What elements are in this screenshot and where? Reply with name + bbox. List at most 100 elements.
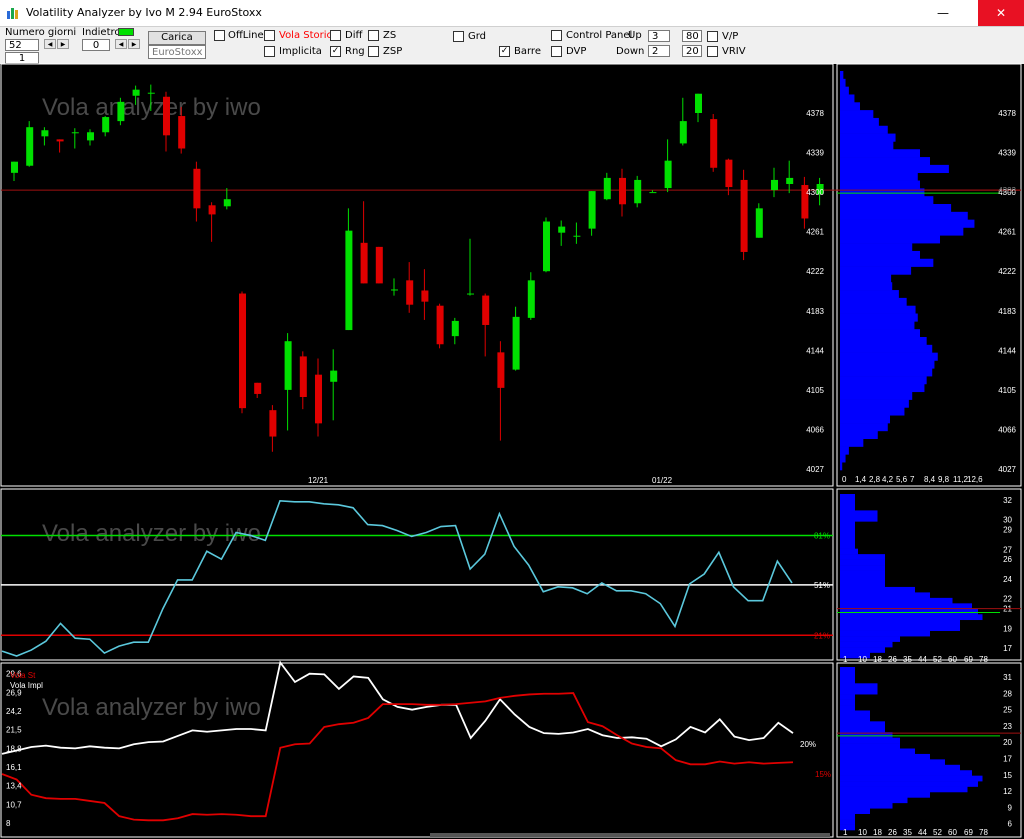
vdist-tick-label: 26: [1003, 555, 1012, 564]
idist-bar: [840, 770, 972, 776]
idist-x-tick: 18: [873, 828, 882, 837]
threshold-label: 81%: [814, 531, 830, 540]
price-tick-label: 4261: [806, 228, 824, 237]
idist-bar: [840, 759, 945, 766]
candle-body: [786, 177, 794, 184]
profile-bar: [840, 71, 844, 80]
vdist-bar: [840, 592, 930, 599]
candle-body: [619, 177, 626, 205]
vdist-x-tick: 78: [979, 655, 988, 664]
profile-bar: [840, 219, 975, 228]
profile-bar: [840, 282, 893, 291]
candle-body: [178, 116, 186, 149]
idist-bar: [840, 802, 893, 809]
profile-bar: [840, 133, 896, 142]
candle-body: [360, 242, 368, 284]
vdist-bar: [840, 559, 885, 566]
candle-body: [163, 96, 170, 136]
vdist-x-tick: 52: [933, 655, 942, 664]
candle-body: [421, 290, 429, 302]
idist-tick-label: 25: [1003, 706, 1012, 715]
idist-tick-label: 28: [1003, 689, 1012, 698]
idist-bar: [840, 819, 855, 825]
profile-x-tick: 2,8: [869, 475, 881, 484]
cmp-tick-label: 13,4: [6, 782, 22, 791]
vdist-tick-label: 24: [1003, 575, 1012, 584]
profile-bar: [840, 423, 888, 432]
profile-x-tick: 9,8: [938, 475, 950, 484]
profile-bar: [840, 227, 964, 236]
idist-x-tick: 1: [843, 828, 848, 837]
candle-body: [451, 320, 459, 337]
vdist-x-tick: 60: [948, 655, 957, 664]
profile-bar: [840, 297, 907, 307]
price-tick-label: 4339: [806, 149, 824, 158]
profile-bar: [840, 258, 934, 267]
profile-bar: [840, 438, 864, 447]
price-tick-label: 4105: [806, 386, 824, 395]
idist-x-tick: 26: [888, 828, 897, 837]
vdist-bar: [840, 521, 855, 528]
vdist-bar: [840, 526, 855, 533]
profile-bar: [840, 290, 899, 299]
profile-bar: [840, 157, 930, 166]
candle-body: [375, 246, 383, 284]
price-tick-label: 4027: [806, 465, 824, 474]
candle-body: [345, 230, 353, 331]
profile-bar: [840, 211, 968, 220]
candle-body: [740, 179, 748, 252]
profile-tick-label: 4261: [998, 228, 1016, 237]
idist-x-tick: 44: [918, 828, 927, 837]
candle-body: [26, 127, 34, 166]
idist-x-tick: 60: [948, 828, 957, 837]
idist-bar: [840, 726, 885, 733]
vdist-bar: [840, 570, 885, 577]
idist-tick-label: 23: [1003, 722, 1012, 731]
idist-tick-label: 9: [1008, 803, 1013, 812]
horizontal-scrollbar[interactable]: [430, 833, 830, 837]
idist-bar: [840, 786, 968, 793]
idist-bar: [840, 813, 855, 820]
profile-x-tick: 8,4: [924, 475, 936, 484]
candle-body: [512, 316, 520, 370]
candle-body: [588, 191, 596, 229]
vdist-bar: [840, 543, 855, 549]
vdist-bar: [840, 586, 915, 593]
profile-tick-label: 4105: [998, 386, 1016, 395]
vdist-tick-label: 17: [1003, 644, 1012, 653]
profile-bar: [840, 110, 874, 119]
idist-bar: [840, 688, 878, 695]
price-tick-label: 4300: [806, 188, 824, 197]
candle-body: [193, 168, 201, 209]
profile-bar: [840, 415, 890, 424]
profile-bar: [840, 235, 940, 244]
vdist-bar: [840, 636, 900, 642]
profile-bar: [840, 368, 933, 377]
profile-bar: [840, 196, 934, 205]
candle-body: [634, 179, 642, 204]
idist-bar: [840, 699, 855, 706]
vdist-x-tick: 1: [843, 655, 848, 664]
idist-x-tick: 69: [964, 828, 973, 837]
candle-body: [649, 192, 657, 194]
vdist-bar: [840, 548, 858, 555]
idist-bar: [840, 808, 870, 814]
vdist-bar: [840, 499, 855, 506]
candle-body: [771, 179, 778, 191]
candle-body: [695, 93, 702, 113]
vdist-bar: [840, 504, 855, 511]
candle-body: [391, 289, 398, 291]
candle-body: [679, 121, 687, 144]
profile-bar: [840, 383, 925, 393]
price-tick-label: 4144: [806, 346, 824, 355]
candle-body: [558, 226, 566, 233]
idist-bar: [840, 721, 885, 728]
vdist-bar: [840, 614, 983, 621]
candle-body: [330, 370, 338, 382]
vdist-x-tick: 18: [873, 655, 882, 664]
legend-vola-st: Vola St: [10, 671, 36, 680]
vdist-x-tick: 69: [964, 655, 973, 664]
profile-bar: [840, 78, 846, 87]
candle-body: [497, 352, 505, 388]
vdist-tick-label: 29: [1003, 526, 1012, 535]
